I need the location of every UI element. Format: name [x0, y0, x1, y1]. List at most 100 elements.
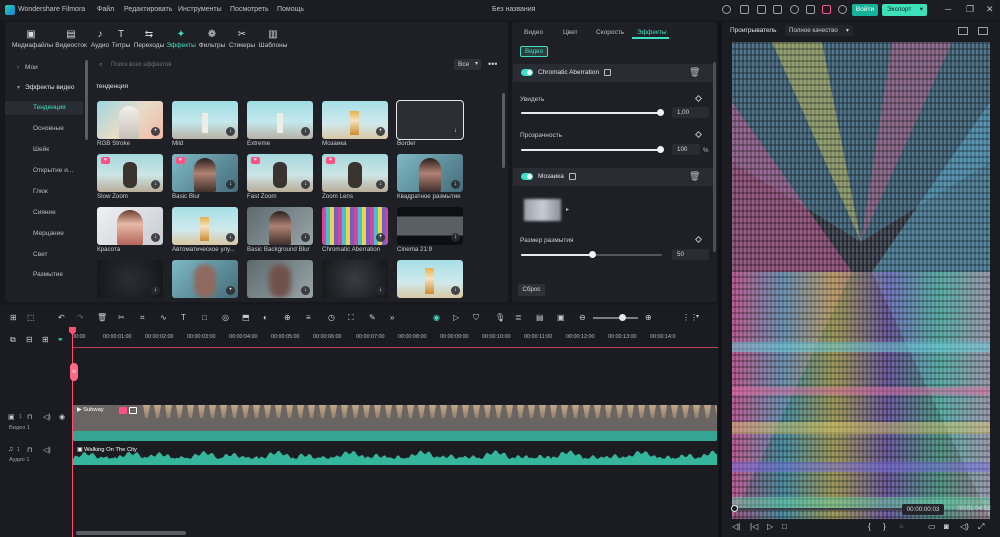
fit-icon[interactable]: ⛶ — [348, 313, 354, 322]
effect-toggle[interactable] — [521, 173, 533, 180]
ai-tools-icon[interactable]: ✎ — [369, 313, 376, 322]
sidebar-item-video-effects[interactable]: ▾ Эффекты видео — [5, 81, 83, 95]
sidebar-item-blur[interactable]: Размытие — [5, 268, 83, 282]
color-icon[interactable]: ◐ — [263, 313, 268, 322]
send-icon[interactable] — [722, 5, 731, 14]
add-icon[interactable]: + — [226, 286, 235, 295]
menu-view[interactable]: Посмотреть — [230, 6, 269, 13]
effects-search-input[interactable]: ⌕ Поиск всех эффектов — [95, 59, 450, 71]
slider-knob[interactable] — [657, 146, 664, 153]
lock-icon[interactable]: ⊓ — [27, 446, 32, 454]
download-icon[interactable]: ↓ — [301, 286, 310, 295]
minimize-icon[interactable]: ─ — [945, 5, 951, 14]
more-options-icon[interactable]: ••• — [488, 59, 497, 69]
headset-icon[interactable] — [790, 5, 799, 14]
progress-knob[interactable] — [731, 505, 738, 512]
tab-color[interactable]: Цвет — [563, 29, 578, 36]
effect-card[interactable]: ↓ — [247, 260, 313, 308]
subtitles-icon[interactable]: ▤ — [536, 313, 544, 322]
video-chip[interactable]: Видео — [520, 46, 548, 57]
download-icon[interactable]: ↓ — [451, 233, 460, 242]
effect-card[interactable]: ↓ Красота — [97, 207, 163, 255]
download-icon[interactable]: ↓ — [376, 180, 385, 189]
toolbar-templates[interactable]: ▥ Шаблоны — [254, 30, 292, 50]
tab-effects[interactable]: Эффекты — [637, 29, 667, 36]
sidebar-item-glitch[interactable]: Глюк — [5, 185, 83, 199]
slider-knob[interactable] — [657, 109, 664, 116]
playhead[interactable] — [72, 330, 73, 537]
panel-divider[interactable] — [719, 22, 721, 537]
download-icon[interactable]: ↓ — [226, 180, 235, 189]
sidebar-item-flicker[interactable]: Мерцание — [5, 227, 83, 241]
step-back-icon[interactable]: ◁| — [732, 522, 740, 531]
video-clip[interactable]: ▶ Subway — [73, 405, 717, 441]
download-icon[interactable]: ↓ — [301, 127, 310, 136]
sidebar-item-light[interactable]: Свет — [5, 248, 83, 262]
speaker-icon[interactable]: ◁) — [43, 413, 51, 421]
lock-icon[interactable]: ⊓ — [27, 413, 32, 421]
eye-icon[interactable]: ◉ — [59, 413, 65, 421]
download-icon[interactable]: ↓ — [226, 233, 235, 242]
maximize-icon[interactable]: ❐ — [966, 5, 974, 14]
grid-icon[interactable]: ⊞ — [10, 313, 17, 322]
effect-card[interactable]: ↓ Basic Background Blur — [247, 207, 313, 255]
render-icon[interactable]: ◉ — [433, 313, 440, 322]
mask-icon[interactable]: ◎ — [222, 313, 229, 322]
download-icon[interactable]: ↓ — [451, 127, 460, 136]
param-value[interactable]: 100 — [672, 144, 700, 155]
toolbar-media[interactable]: ▣ Медиафайлы — [12, 30, 53, 50]
snap-icon[interactable]: ⚭ — [57, 335, 64, 344]
effect-header-mosaic[interactable]: Мозаика 🗑 — [513, 168, 716, 186]
effect-card[interactable]: ↓ — [322, 260, 388, 308]
mark-out-icon[interactable]: } — [883, 522, 886, 531]
mark-in-icon[interactable]: { — [868, 522, 871, 531]
add-icon[interactable]: + — [376, 233, 385, 242]
download-icon[interactable]: ↓ — [151, 286, 160, 295]
adjust-icon[interactable]: ≡ — [306, 313, 311, 322]
param-slider[interactable] — [521, 251, 662, 258]
sidebar-item-basic[interactable]: Основные — [5, 122, 83, 136]
trash-icon[interactable]: 🗑 — [689, 171, 700, 182]
cloud-icon[interactable] — [757, 5, 766, 14]
camera-icon[interactable]: ◙ — [944, 522, 949, 531]
effect-card[interactable]: + RGB Stroke — [97, 101, 163, 149]
play-icon[interactable]: ▷ — [767, 522, 773, 531]
cut-icon[interactable]: ✂ — [118, 313, 125, 322]
shield-icon[interactable]: ⛉ — [473, 313, 479, 322]
effect-card[interactable]: ♥ ↓ Slow Zoom — [97, 154, 163, 202]
avatar-icon[interactable] — [838, 5, 847, 14]
reset-button[interactable]: Сброс — [518, 284, 545, 296]
menu-edit[interactable]: Редактировать — [124, 6, 172, 13]
zoom-knob[interactable] — [619, 314, 626, 321]
zoom-out-icon[interactable]: ⊖ — [579, 313, 586, 322]
download-icon[interactable]: ↓ — [301, 180, 310, 189]
snapshot-icon[interactable] — [978, 27, 988, 35]
delete-icon[interactable]: 🗑 — [97, 313, 107, 322]
zoom-slider[interactable] — [593, 314, 638, 321]
properties-scrollbar[interactable] — [713, 62, 716, 252]
effect-card[interactable]: ♥ ↓ Fast Zoom — [247, 154, 313, 202]
play-preview-icon[interactable]: ▷ — [453, 313, 459, 322]
download-icon[interactable]: ↓ — [451, 180, 460, 189]
video-preview[interactable] — [732, 42, 990, 519]
download-icon[interactable]: ↓ — [451, 286, 460, 295]
sidebar-item-glow[interactable]: Сияние — [5, 206, 83, 220]
sidebar-item-mine[interactable]: › Мои — [5, 61, 83, 75]
tab-video[interactable]: Видео — [524, 29, 543, 36]
zoom-in-icon[interactable]: ⊕ — [645, 313, 652, 322]
sidebar-item-trend[interactable]: Тенденция — [5, 101, 83, 115]
effect-card[interactable]: ↓ Extreme — [247, 101, 313, 149]
library-scrollbar[interactable] — [502, 93, 505, 168]
sidebar-item-opening[interactable]: Открытие и... — [5, 164, 83, 178]
effect-card[interactable]: + — [172, 260, 238, 308]
effect-toggle[interactable] — [521, 69, 533, 76]
checkbox-icon[interactable] — [604, 69, 611, 76]
speed-icon[interactable]: ◷ — [328, 313, 335, 322]
effect-card[interactable]: ↓ Mild — [172, 101, 238, 149]
display-icon[interactable]: ▭ — [928, 522, 936, 531]
timeline-ruler[interactable]: 00:00 00:00:01:00 00:00:02:00 00:00:03:0… — [72, 334, 718, 348]
layout-icon[interactable] — [958, 27, 968, 35]
menu-tools[interactable]: Инструменты — [178, 6, 222, 13]
mosaic-preview[interactable] — [524, 199, 561, 221]
download-icon[interactable]: ↓ — [151, 180, 160, 189]
